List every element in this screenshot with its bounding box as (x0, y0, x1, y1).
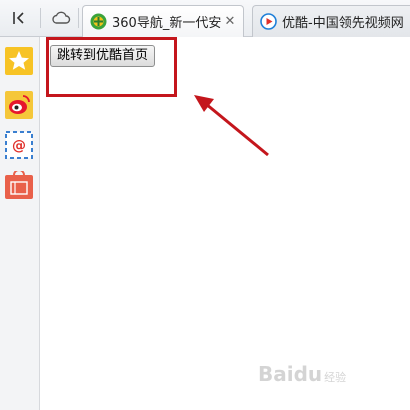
watermark-sub: 经验 (324, 371, 347, 384)
watermark-brand: Baidu (258, 362, 323, 386)
baidu-watermark: Baidu 经验 (258, 362, 346, 386)
annotation-arrow (194, 95, 269, 157)
